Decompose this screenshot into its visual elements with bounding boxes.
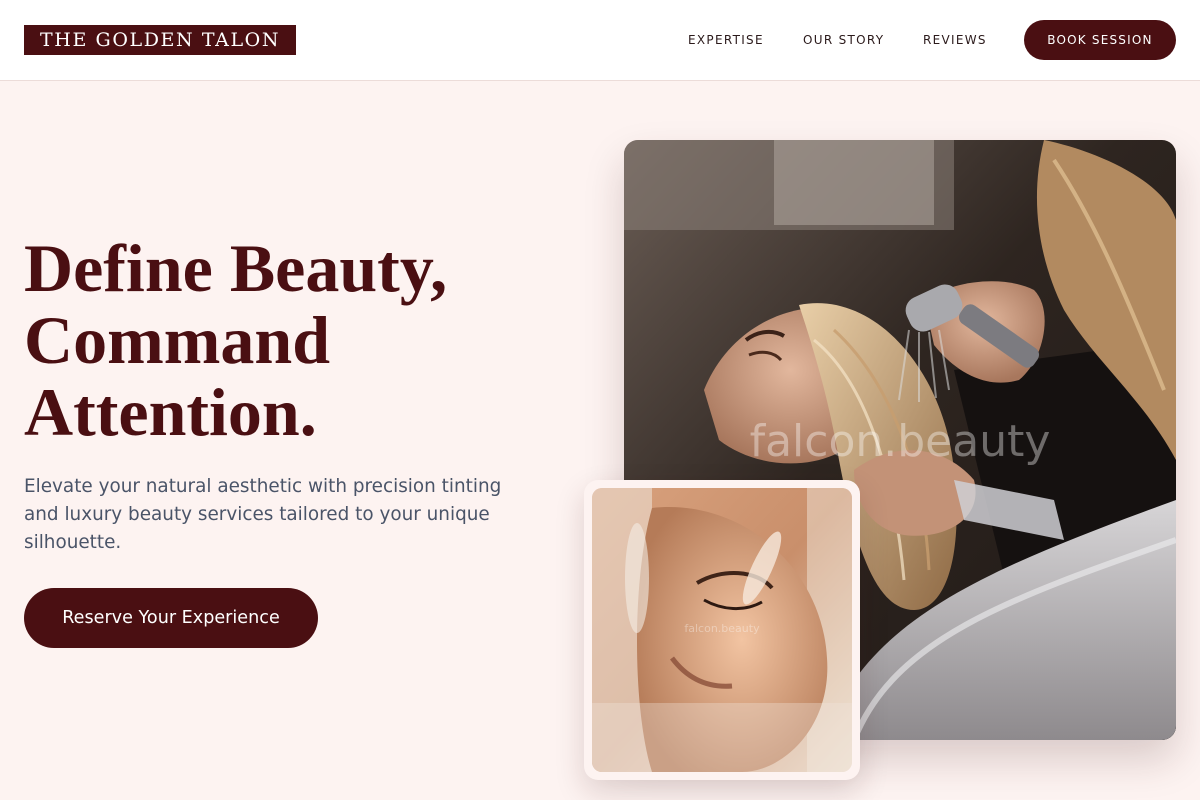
hero-title-line: Attention. [24, 374, 317, 450]
book-session-button[interactable]: BOOK SESSION [1024, 20, 1176, 60]
watermark-secondary: falcon.beauty [684, 622, 760, 635]
nav-link-expertise[interactable]: EXPERTISE [688, 33, 764, 47]
brand-logo[interactable]: THE GOLDEN TALON [24, 25, 297, 55]
lash-treatment-photo-frame: falcon.beauty [584, 480, 860, 780]
reserve-experience-button[interactable]: Reserve Your Experience [24, 588, 318, 648]
nav-link-reviews[interactable]: REVIEWS [923, 33, 987, 47]
lash-treatment-photo: falcon.beauty [592, 488, 852, 772]
site-header: THE GOLDEN TALON EXPERTISE OUR STORY REV… [0, 0, 1200, 81]
hero-title: Define Beauty, Command Attention. [24, 232, 544, 448]
nav-link-our-story[interactable]: OUR STORY [803, 33, 884, 47]
hero-title-line: Command [24, 302, 331, 378]
watermark-main: falcon.beauty [749, 416, 1051, 467]
hero-title-line: Define Beauty, [24, 230, 448, 306]
hero-subtitle: Elevate your natural aesthetic with prec… [24, 476, 502, 553]
